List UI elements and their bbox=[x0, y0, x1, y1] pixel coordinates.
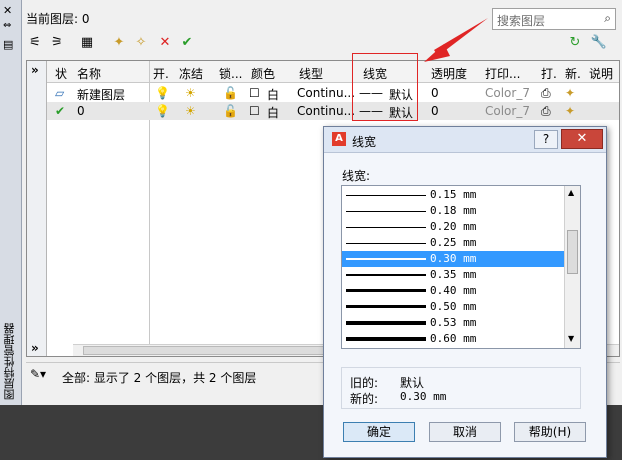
col-status[interactable]: 状 bbox=[55, 65, 67, 82]
printer-icon[interactable]: ⎙ bbox=[541, 86, 551, 101]
table-row[interactable]: ✔ 0 💡 ☀ 🔓 ☐ 白 Continu... —— 默认 0 Color_7… bbox=[47, 102, 619, 120]
palette-title: 图层特性管理器 bbox=[3, 323, 16, 400]
search-input[interactable]: 搜索图层 ⌕ bbox=[492, 8, 616, 30]
settings-icon[interactable]: 🔧 bbox=[590, 34, 608, 52]
unlock-icon[interactable]: 🔓 bbox=[223, 104, 238, 118]
group-filter-icon[interactable]: ⚞ bbox=[48, 34, 66, 52]
new-layer-icon[interactable]: ✦ bbox=[110, 34, 128, 52]
col-on[interactable]: 开. bbox=[153, 65, 169, 82]
list-item[interactable]: 0.20 mm bbox=[342, 219, 564, 235]
layer-linetype[interactable]: Continu... bbox=[297, 86, 355, 100]
list-item[interactable]: 0.18 mm bbox=[342, 203, 564, 219]
sun-icon[interactable]: ☀ bbox=[185, 86, 196, 100]
new-filter-icon[interactable]: ⚟ bbox=[26, 34, 44, 52]
list-item[interactable]: 0.60 mm bbox=[342, 331, 564, 347]
list-item[interactable]: 0.50 mm bbox=[342, 299, 564, 315]
new-vp-freeze-icon[interactable]: ✦ bbox=[565, 104, 575, 118]
list-item[interactable]: 0.15 mm bbox=[342, 187, 564, 203]
autocad-icon: A bbox=[332, 132, 346, 146]
scroll-down-icon[interactable]: ▼ bbox=[568, 334, 574, 343]
printer-icon[interactable]: ⎙ bbox=[541, 104, 551, 119]
close-icon[interactable]: ✕ bbox=[3, 4, 12, 17]
col-plotstyle[interactable]: 打印... bbox=[485, 65, 520, 82]
layer-linetype[interactable]: Continu... bbox=[297, 104, 355, 118]
bulb-icon[interactable]: 💡 bbox=[155, 104, 170, 118]
status-text: 全部: 显示了 2 个图层，共 2 个图层 bbox=[62, 371, 257, 385]
old-value: 默认 bbox=[400, 376, 425, 390]
new-label: 新的: bbox=[350, 392, 379, 406]
list-item[interactable]: 0.40 mm bbox=[342, 283, 564, 299]
expand-icon[interactable]: » bbox=[31, 63, 39, 77]
filter-pane-collapsed[interactable]: » » bbox=[27, 61, 47, 356]
dialog-titlebar[interactable]: A 线宽 ? ✕ bbox=[324, 127, 606, 153]
lineweight-info: 旧的: 默认 新的: 0.30 mm bbox=[341, 367, 581, 409]
col-plot[interactable]: 打. bbox=[541, 65, 557, 82]
color-swatch[interactable]: ☐ bbox=[249, 104, 260, 118]
lineweight-dialog: A 线宽 ? ✕ 线宽: 0.15 mm 0.18 mm 0.20 mm 0.2… bbox=[323, 126, 607, 458]
bulb-icon[interactable]: 💡 bbox=[155, 86, 170, 100]
current-layer-label: 当前图层: 0 bbox=[26, 12, 90, 26]
filter-icon[interactable]: ✎▾ bbox=[30, 367, 46, 381]
dialog-title: 线宽 bbox=[352, 135, 377, 149]
color-swatch[interactable]: ☐ bbox=[249, 86, 260, 100]
table-row[interactable]: ▱ 新建图层 💡 ☀ 🔓 ☐ 白 Continu... —— 默认 0 Colo… bbox=[47, 84, 619, 102]
sun-icon[interactable]: ☀ bbox=[185, 104, 196, 118]
layer-color[interactable]: 白 bbox=[267, 104, 279, 121]
list-item-selected[interactable]: 0.30 mm bbox=[342, 251, 564, 267]
lineweight-list[interactable]: 0.15 mm 0.18 mm 0.20 mm 0.25 mm 0.30 mm … bbox=[341, 185, 581, 349]
cancel-button[interactable]: 取消 bbox=[429, 422, 501, 442]
ok-button[interactable]: 确定 bbox=[343, 422, 415, 442]
layer-plotstyle[interactable]: Color_7 bbox=[485, 104, 530, 118]
lineweight-label: 线宽: bbox=[342, 169, 371, 183]
new-layer-frozen-icon[interactable]: ✧ bbox=[132, 34, 150, 52]
col-newvp[interactable]: 新. bbox=[565, 65, 581, 82]
refresh-icon[interactable]: ↻ bbox=[566, 34, 584, 52]
list-item[interactable]: 0.25 mm bbox=[342, 235, 564, 251]
scroll-thumb[interactable] bbox=[567, 230, 578, 274]
vertical-scrollbar[interactable]: ▲ ▼ bbox=[564, 186, 580, 348]
layer-icon: ▱ bbox=[55, 86, 65, 100]
layer-states-icon[interactable]: ▦ bbox=[78, 34, 96, 52]
layer-name[interactable]: 0 bbox=[77, 104, 85, 118]
col-description[interactable]: 说明 bbox=[589, 65, 613, 82]
highlight-arrow bbox=[424, 18, 488, 62]
col-transparency[interactable]: 透明度 bbox=[431, 65, 467, 82]
col-name[interactable]: 名称 bbox=[77, 65, 101, 82]
old-label: 旧的: bbox=[350, 376, 379, 390]
scroll-up-icon[interactable]: ▲ bbox=[568, 188, 574, 197]
table-header: 状 名称 开. 冻结 锁... 颜色 线型 线宽 透明度 打印... 打. 新.… bbox=[47, 61, 619, 83]
list-item[interactable]: 0.35 mm bbox=[342, 267, 564, 283]
close-button[interactable]: ✕ bbox=[561, 129, 603, 149]
set-current-icon[interactable]: ✔ bbox=[178, 34, 196, 52]
new-vp-freeze-icon[interactable]: ✦ bbox=[565, 86, 575, 100]
layer-transparency[interactable]: 0 bbox=[431, 86, 439, 100]
help-button[interactable]: ? bbox=[534, 130, 558, 149]
auto-hide-icon[interactable]: ⇔ bbox=[3, 20, 11, 31]
new-value: 0.30 mm bbox=[400, 390, 447, 403]
expand-icon[interactable]: » bbox=[31, 341, 39, 355]
palette-side-strip: ✕ ⇔ ▤ 图层特性管理器 bbox=[0, 0, 22, 405]
layer-name[interactable]: 新建图层 bbox=[77, 86, 125, 103]
layer-transparency[interactable]: 0 bbox=[431, 104, 439, 118]
current-check-icon: ✔ bbox=[55, 104, 66, 118]
highlight-box bbox=[352, 53, 418, 121]
search-placeholder: 搜索图层 bbox=[497, 14, 546, 28]
col-lock[interactable]: 锁... bbox=[219, 65, 242, 82]
properties-icon[interactable]: ▤ bbox=[3, 38, 13, 51]
list-item[interactable]: 0.53 mm bbox=[342, 315, 564, 331]
layer-color[interactable]: 白 bbox=[267, 86, 279, 103]
delete-layer-icon[interactable]: ✕ bbox=[156, 34, 174, 52]
search-icon: ⌕ bbox=[604, 11, 611, 25]
help-dialog-button[interactable]: 帮助(H) bbox=[514, 422, 586, 442]
col-freeze[interactable]: 冻结 bbox=[179, 65, 203, 82]
col-color[interactable]: 颜色 bbox=[251, 65, 275, 82]
col-linetype[interactable]: 线型 bbox=[299, 65, 323, 82]
unlock-icon[interactable]: 🔓 bbox=[223, 86, 238, 100]
layer-plotstyle[interactable]: Color_7 bbox=[485, 86, 530, 100]
